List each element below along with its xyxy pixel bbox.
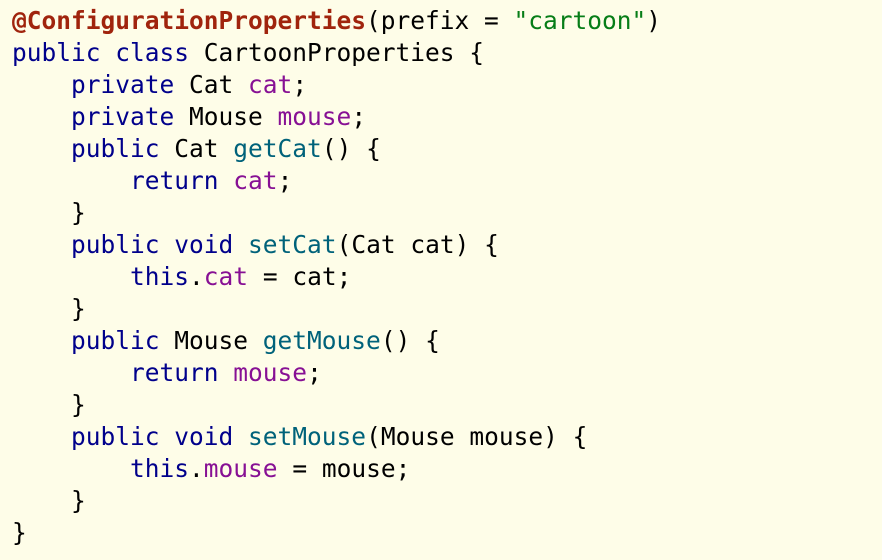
- code-token-plain: (prefix =: [366, 6, 514, 35]
- code-token-plain: ;: [307, 358, 322, 387]
- code-token-plain: = mouse;: [277, 454, 411, 483]
- code-token-field: cat: [233, 166, 278, 195]
- code-token-plain: }: [71, 294, 86, 323]
- code-line: private Mouse mouse;: [12, 101, 882, 133]
- code-line: }: [12, 485, 882, 517]
- code-token-plain: Cat: [174, 70, 249, 99]
- code-token-string: "cartoon": [513, 6, 647, 35]
- code-line: public void setCat(Cat cat) {: [12, 229, 882, 261]
- code-line: public class CartoonProperties {: [12, 37, 882, 69]
- code-line: public Cat getCat() {: [12, 133, 882, 165]
- code-token-plain: (Mouse mouse) {: [366, 422, 588, 451]
- code-token-plain: .: [189, 262, 204, 291]
- code-token-keyword: this: [130, 454, 190, 483]
- code-line: }: [12, 197, 882, 229]
- code-token-field: cat: [203, 262, 249, 291]
- code-token-plain: }: [12, 518, 27, 547]
- code-line: return cat;: [12, 165, 882, 197]
- code-line: @ConfigurationProperties(prefix = "carto…: [12, 5, 882, 37]
- code-line: return mouse;: [12, 357, 882, 389]
- code-token-field: mouse: [277, 102, 352, 131]
- code-token-field: cat: [248, 70, 293, 99]
- code-token-plain: }: [71, 486, 86, 515]
- code-token-method: getMouse: [262, 326, 381, 355]
- code-line: public void setMouse(Mouse mouse) {: [12, 421, 882, 453]
- code-token-keyword: return: [130, 358, 219, 387]
- code-line: private Cat cat;: [12, 69, 882, 101]
- code-line: }: [12, 293, 882, 325]
- code-token-plain: ): [646, 6, 662, 35]
- code-token-method: setMouse: [248, 422, 367, 451]
- code-token-plain: Mouse: [159, 326, 263, 355]
- code-token-plain: ;: [277, 166, 293, 195]
- code-token-plain: ;: [351, 102, 367, 131]
- code-line: }: [12, 389, 882, 421]
- code-line: public Mouse getMouse() {: [12, 325, 882, 357]
- code-token-annotation: @ConfigurationProperties: [12, 6, 367, 35]
- code-token-plain: }: [71, 390, 86, 419]
- code-token-plain: (Cat cat) {: [336, 230, 499, 259]
- code-token-plain: Cat: [159, 134, 234, 163]
- code-token-plain: }: [71, 198, 86, 227]
- code-token-keyword: public void: [71, 422, 234, 451]
- code-token-method: getCat: [233, 134, 322, 163]
- code-token-plain: CartoonProperties {: [189, 38, 485, 67]
- code-token-keyword: public: [71, 134, 160, 163]
- code-token-plain: () {: [321, 134, 381, 163]
- code-token-field: mouse: [233, 358, 308, 387]
- code-line: this.mouse = mouse;: [12, 453, 882, 485]
- code-token-plain: = cat;: [248, 262, 352, 291]
- code-token-keyword: public class: [12, 38, 190, 67]
- code-token-keyword: return: [130, 166, 219, 195]
- code-token-keyword: public void: [71, 230, 234, 259]
- code-token-plain: ;: [292, 70, 308, 99]
- code-token-keyword: private: [71, 102, 175, 131]
- code-line: }: [12, 517, 882, 549]
- code-token-keyword: public: [71, 326, 160, 355]
- code-token-method: setCat: [248, 230, 337, 259]
- code-token-field: mouse: [203, 454, 278, 483]
- code-token-plain: Mouse: [174, 102, 278, 131]
- code-line: this.cat = cat;: [12, 261, 882, 293]
- code-token-keyword: private: [71, 70, 175, 99]
- code-editor[interactable]: @ConfigurationProperties(prefix = "carto…: [0, 0, 882, 560]
- code-token-keyword: this: [130, 262, 190, 291]
- code-token-plain: () {: [380, 326, 440, 355]
- code-token-plain: .: [189, 454, 204, 483]
